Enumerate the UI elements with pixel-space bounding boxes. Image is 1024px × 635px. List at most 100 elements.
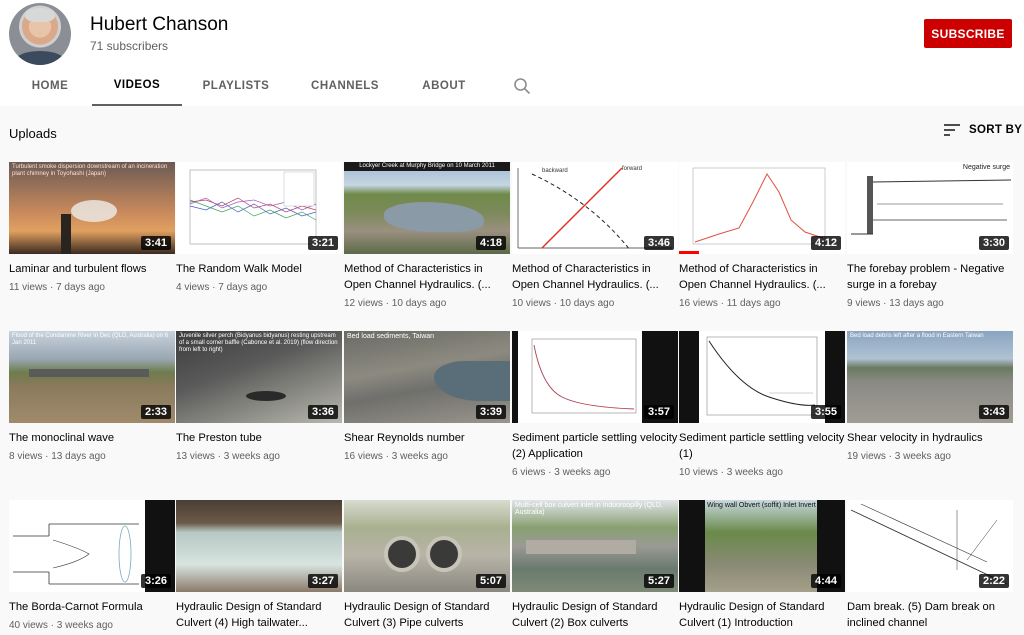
video-title[interactable]: Sediment particle settling velocity (1)	[679, 430, 845, 462]
upload-age: 3 weeks ago	[726, 467, 783, 478]
view-count: 16 views	[679, 298, 718, 309]
video-card[interactable]: Turbulent smoke dispersion downstream of…	[9, 162, 175, 293]
video-duration: 5:27	[643, 574, 674, 588]
video-title[interactable]: The monoclinal wave	[9, 430, 175, 446]
video-card[interactable]: 3:27 Hydraulic Design of Standard Culver…	[176, 500, 342, 631]
video-title[interactable]: Dam break. (5) Dam break on inclined cha…	[847, 599, 1013, 631]
video-card[interactable]: 5:07 Hydraulic Design of Standard Culver…	[344, 500, 510, 631]
video-duration: 3:21	[307, 236, 338, 250]
video-meta: 4 views · 7 days ago	[176, 282, 268, 293]
video-meta: 12 views · 10 days ago	[344, 298, 447, 309]
view-count: 4 views	[176, 282, 210, 293]
video-duration: 4:44	[810, 574, 841, 588]
video-duration: 3:57	[643, 405, 674, 419]
thumbnail-caption: Bed load sediments, Taiwan	[347, 333, 435, 340]
view-count: 13 views	[176, 451, 215, 462]
video-duration: 4:12	[810, 236, 841, 250]
video-thumbnail[interactable]: Bed load debris left after a flood in Ea…	[847, 331, 1013, 423]
video-thumbnail[interactable]: 2:22	[847, 500, 1013, 592]
video-duration: 3:26	[140, 574, 171, 588]
video-thumbnail[interactable]: 3:57	[512, 331, 678, 423]
upload-age: 10 days ago	[559, 298, 615, 309]
upload-age: 3 weeks ago	[223, 451, 280, 462]
video-title[interactable]: The Random Walk Model	[176, 261, 342, 277]
upload-age: 13 days ago	[889, 298, 944, 309]
svg-text:forward: forward	[622, 166, 642, 172]
view-count: 11 views	[9, 282, 48, 293]
upload-age: 10 days ago	[391, 298, 447, 309]
video-meta: 16 views · 3 weeks ago	[344, 451, 448, 462]
upload-age: 11 days ago	[726, 298, 781, 309]
video-meta: 8 views · 13 days ago	[9, 451, 106, 462]
view-count: 19 views	[847, 451, 886, 462]
video-thumbnail[interactable]: Juvenile silver perch (Bidyanus bidyanus…	[176, 331, 342, 423]
video-meta: 6 views · 3 weeks ago	[512, 467, 611, 478]
video-card[interactable]: 3:55 Sediment particle settling velocity…	[679, 331, 845, 478]
video-card[interactable]: Lockyer Creek at Murphy Bridge on 10 Mar…	[344, 162, 510, 309]
video-title[interactable]: Laminar and turbulent flows	[9, 261, 175, 277]
video-card[interactable]: Flood of the Condamine River in Dec (QLD…	[9, 331, 175, 462]
video-title[interactable]: The Preston tube	[176, 430, 342, 446]
video-thumbnail[interactable]: 3:26	[9, 500, 175, 592]
video-duration: 3:46	[643, 236, 674, 250]
view-count: 16 views	[344, 451, 383, 462]
video-thumbnail[interactable]: Multi-cell box culvert inlet in Indooroo…	[512, 500, 678, 592]
video-meta: 13 views · 3 weeks ago	[176, 451, 280, 462]
video-title[interactable]: Method of Characteristics in Open Channe…	[344, 261, 510, 293]
video-thumbnail[interactable]: Lockyer Creek at Murphy Bridge on 10 Mar…	[344, 162, 510, 254]
video-duration: 3:39	[475, 405, 506, 419]
video-card[interactable]: Wing wall Obvert (soffit) Inlet Invert B…	[679, 500, 845, 631]
video-title[interactable]: The Borda-Carnot Formula	[9, 599, 175, 615]
upload-age: 3 weeks ago	[56, 620, 113, 631]
video-card[interactable]: 3:57 Sediment particle settling velocity…	[512, 331, 678, 478]
thumbnail-caption: Flood of the Condamine River in Dec (QLD…	[12, 333, 169, 346]
video-title[interactable]: Shear Reynolds number	[344, 430, 510, 446]
video-duration: 3:55	[810, 405, 841, 419]
video-thumbnail[interactable]: backward forward 3:46	[512, 162, 678, 254]
upload-age: 7 days ago	[218, 282, 268, 293]
video-duration: 5:07	[475, 574, 506, 588]
upload-age: 13 days ago	[51, 451, 106, 462]
video-card[interactable]: backward forward 3:46 Method of Characte…	[512, 162, 678, 309]
video-card[interactable]: Bed load debris left after a flood in Ea…	[847, 331, 1013, 462]
video-card[interactable]: 3:21 The Random Walk Model 4 views · 7 d…	[176, 162, 342, 293]
watch-progress-bar	[679, 251, 699, 254]
video-title[interactable]: Hydraulic Design of Standard Culvert (2)…	[512, 599, 678, 631]
thumbnail-caption: Multi-cell box culvert inlet in Indooroo…	[515, 502, 663, 516]
video-title[interactable]: Method of Characteristics in Open Channe…	[679, 261, 845, 293]
video-title[interactable]: The forebay problem - Negative surge in …	[847, 261, 1013, 293]
video-thumbnail[interactable]: 3:27	[176, 500, 342, 592]
view-count: 12 views	[344, 298, 383, 309]
video-grid: Turbulent smoke dispersion downstream of…	[0, 0, 1024, 635]
video-thumbnail[interactable]: 4:12	[679, 162, 845, 254]
video-thumbnail[interactable]: 5:07	[344, 500, 510, 592]
video-card[interactable]: Multi-cell box culvert inlet in Indooroo…	[512, 500, 678, 631]
video-title[interactable]: Hydraulic Design of Standard Culvert (1)…	[679, 599, 845, 631]
video-thumbnail[interactable]: 3:21	[176, 162, 342, 254]
view-count: 8 views	[9, 451, 43, 462]
video-title[interactable]: Shear velocity in hydraulics	[847, 430, 1013, 446]
video-title[interactable]: Sediment particle settling velocity (2) …	[512, 430, 678, 462]
video-card[interactable]: 2:22 Dam break. (5) Dam break on incline…	[847, 500, 1013, 631]
video-card[interactable]: 3:26 The Borda-Carnot Formula 40 views ·…	[9, 500, 175, 631]
video-duration: 2:33	[140, 405, 171, 419]
video-thumbnail[interactable]: Turbulent smoke dispersion downstream of…	[9, 162, 175, 254]
video-card[interactable]: Juvenile silver perch (Bidyanus bidyanus…	[176, 331, 342, 462]
video-meta: 19 views · 3 weeks ago	[847, 451, 951, 462]
video-title[interactable]: Method of Characteristics in Open Channe…	[512, 261, 678, 293]
video-thumbnail[interactable]: Flood of the Condamine River in Dec (QLD…	[9, 331, 175, 423]
video-duration: 3:43	[978, 405, 1009, 419]
video-card[interactable]: 4:12 Method of Characteristics in Open C…	[679, 162, 845, 309]
view-count: 40 views	[9, 620, 48, 631]
video-duration: 3:41	[140, 236, 171, 250]
video-title[interactable]: Hydraulic Design of Standard Culvert (4)…	[176, 599, 342, 631]
video-card[interactable]: Negative surge 3:30 The forebay problem …	[847, 162, 1013, 309]
video-thumbnail[interactable]: Wing wall Obvert (soffit) Inlet Invert B…	[679, 500, 845, 592]
video-thumbnail[interactable]: 3:55	[679, 331, 845, 423]
view-count: 10 views	[512, 298, 551, 309]
video-meta: 11 views · 7 days ago	[9, 282, 105, 293]
video-thumbnail[interactable]: Bed load sediments, Taiwan 3:39	[344, 331, 510, 423]
video-thumbnail[interactable]: Negative surge 3:30	[847, 162, 1013, 254]
video-title[interactable]: Hydraulic Design of Standard Culvert (3)…	[344, 599, 510, 631]
video-card[interactable]: Bed load sediments, Taiwan 3:39 Shear Re…	[344, 331, 510, 462]
